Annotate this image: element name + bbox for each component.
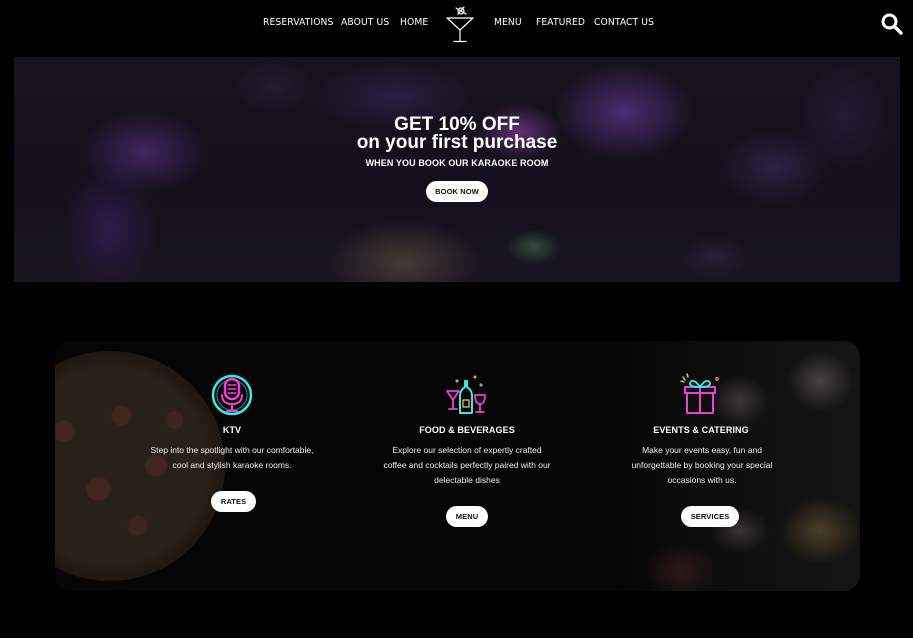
martini-glass-icon[interactable] [444,4,476,44]
food-beverages-title: FOOD & BEVERAGES [419,425,515,435]
services-section: KTV Step into the spotlight with our com… [55,341,860,591]
menu-button[interactable]: MENU [446,506,488,527]
search-icon[interactable] [880,12,904,36]
food-beverages-description: Explore our selection of expertly crafte… [347,443,587,488]
nav-link-about-us[interactable]: ABOUT US [341,17,389,28]
events-catering-description-line: occasions with us. [667,475,737,485]
food-beverages-description-line: coffee and cocktails perfectly paired wi… [383,460,551,470]
events-catering-description-line: Make your events easy, fun and [642,445,762,455]
nav-link-contact-us[interactable]: CONTACT US [594,17,654,28]
food-beverages-description-line: Explore our selection of expertly crafte… [392,445,542,455]
ktv-description-line: Step into the spotlight with our comfort… [150,445,314,455]
promo-banner: GET 10% OFF on your first purchase WHEN … [14,57,900,282]
gift-box-icon [680,373,719,414]
microphone-icon [211,374,253,416]
events-catering-description: Make your events easy, fun and unforgett… [592,443,812,488]
bottle-glass-icon [446,375,486,414]
food-beverages-description-line: delectable dishes [434,475,500,485]
ktv-title: KTV [222,425,242,435]
promo-caption: WHEN YOU BOOK OUR KARAOKE ROOM [365,158,549,168]
services-button[interactable]: SERVICES [681,506,739,527]
promo-subheadline: on your first purchase [356,132,558,153]
events-catering-description-line: unforgettable by booking your special [631,460,773,470]
book-now-button[interactable]: BOOK NOW [426,181,488,202]
nav-link-menu[interactable]: MENU [494,17,522,28]
events-catering-title: EVENTS & CATERING [653,425,749,435]
ktv-description-line: cool and stylish karaoke rooms. [172,460,292,470]
nav-link-reservations[interactable]: RESERVATIONS [263,17,333,28]
nav-link-featured[interactable]: FEATURED [536,17,585,28]
nav-link-home[interactable]: HOME [400,17,428,28]
ktv-description: Step into the spotlight with our comfort… [107,443,357,473]
top-navigation: RESERVATIONS ABOUT US HOME MENU FEATURED… [0,0,913,48]
rates-button[interactable]: RATES [211,491,256,512]
